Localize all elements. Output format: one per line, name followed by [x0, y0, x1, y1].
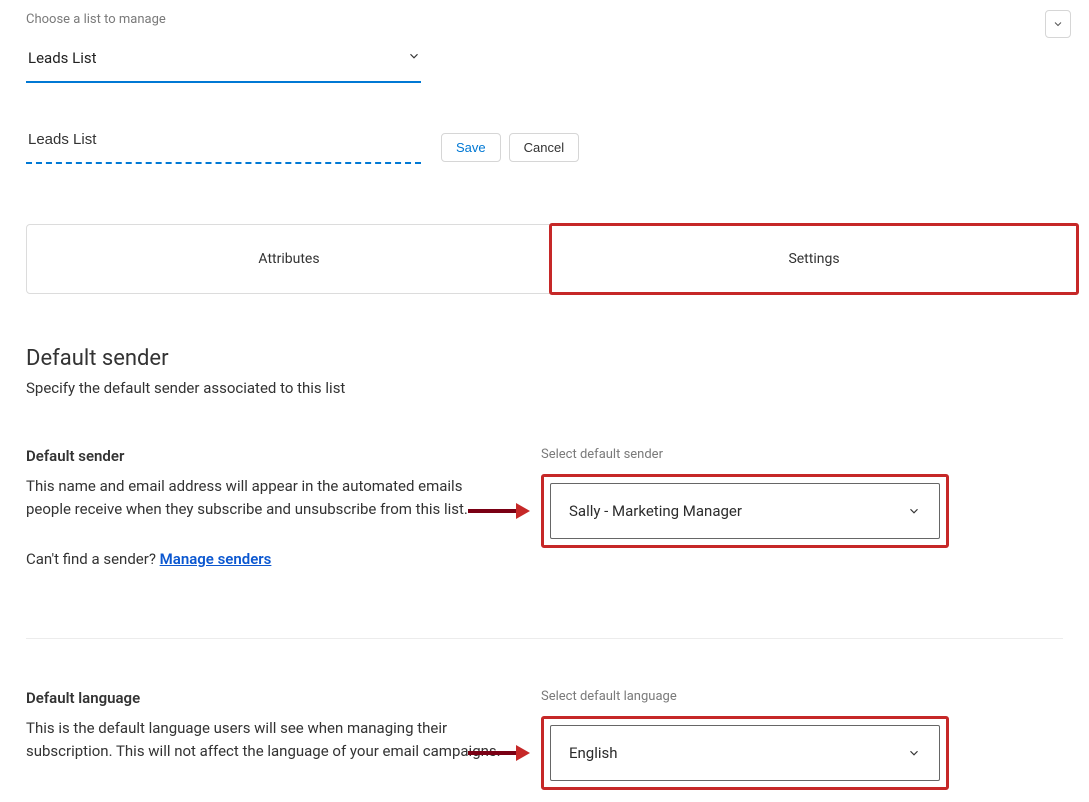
select-sender-label: Select default sender	[541, 447, 1063, 462]
chevron-down-icon	[1052, 18, 1064, 30]
help-prefix: Can't find a sender?	[26, 550, 160, 568]
tab-settings[interactable]: Settings	[549, 223, 1079, 295]
tab-label: Settings	[788, 251, 839, 267]
field-title-language: Default language	[26, 689, 501, 707]
section-subtitle: Specify the default sender associated to…	[26, 379, 1063, 397]
tab-bar: Attributes Settings	[26, 224, 1078, 294]
annotation-highlight-language: English	[541, 716, 949, 790]
section-divider	[26, 638, 1063, 639]
default-sender-select[interactable]: Sally - Marketing Manager	[550, 483, 940, 539]
chevron-down-icon	[907, 504, 921, 518]
select-value: Sally - Marketing Manager	[569, 502, 742, 520]
annotation-arrow-icon	[466, 500, 530, 522]
chevron-down-icon	[907, 746, 921, 760]
save-button[interactable]: Save	[441, 133, 501, 162]
list-select-value: Leads List	[28, 49, 97, 67]
field-desc-sender: This name and email address will appear …	[26, 475, 501, 522]
help-line: Can't find a sender? Manage senders	[26, 550, 501, 568]
select-value: English	[569, 744, 618, 762]
choose-list-label: Choose a list to manage	[26, 12, 1063, 27]
select-language-label: Select default language	[541, 689, 1063, 704]
list-name-input[interactable]	[26, 131, 421, 164]
field-title-sender: Default sender	[26, 447, 501, 465]
tab-label: Attributes	[258, 251, 319, 267]
tab-attributes[interactable]: Attributes	[27, 225, 551, 293]
field-desc-language: This is the default language users will …	[26, 717, 501, 764]
manage-senders-link[interactable]: Manage senders	[160, 550, 272, 568]
annotation-arrow-icon	[466, 742, 530, 764]
default-language-select[interactable]: English	[550, 725, 940, 781]
chevron-down-icon	[407, 49, 421, 67]
section-title: Default sender	[26, 346, 1063, 371]
page-collapse-button[interactable]	[1045, 10, 1071, 38]
list-select-dropdown[interactable]: Leads List	[26, 43, 421, 83]
cancel-button[interactable]: Cancel	[509, 133, 579, 162]
default-sender-section: Default sender Specify the default sende…	[26, 346, 1063, 790]
annotation-highlight-sender: Sally - Marketing Manager	[541, 474, 949, 548]
